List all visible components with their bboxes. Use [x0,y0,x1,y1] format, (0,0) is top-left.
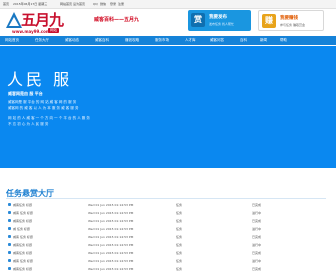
logo-url: www.may99.com [12,29,51,34]
task-date: Wed 01 Jun 2015 01:14:53 PM [88,235,134,239]
task-date: Wed 01 Jun 2015 01:14:53 PM [88,219,134,223]
task-type: 任务 [176,243,183,247]
task-type: 任务 [176,211,183,215]
task-title[interactable]: 威 任务 标题 [13,227,30,231]
task-title[interactable]: 威客 任务 标题 [13,235,33,239]
reward-icon: 赏 [191,13,205,27]
earn-money-button[interactable]: 赚 我要赚钱 参与任务 赚取赏金 [258,10,324,31]
task-date: Wed 01 Jun 2015 01:14:53 PM [88,259,134,263]
topbar-home-link[interactable]: 首页 [3,2,9,6]
task-title[interactable]: 威客任务 标题 [13,267,32,271]
task-date: Wed 01 Jun 2015 01:14:53 PM [88,203,134,207]
section-divider [6,198,326,199]
task-title[interactable]: 威客任务 标题 [13,203,32,207]
task-status: 进行中 [252,243,262,247]
nav-item-talent[interactable]: 人才库 [185,38,196,43]
task-type: 任务 [176,219,183,223]
main-nav: 网站首页 任务大厅 威客动态 威客百科 赚钱攻略 服务市场 人才库 威客问答 百… [0,36,336,45]
task-title[interactable]: 威客任务 标题 [13,243,32,247]
earn-icon: 赚 [262,14,276,28]
nav-item-home[interactable]: 网站首页 [5,38,19,43]
topbar-register-link[interactable]: 注册 [118,2,124,6]
task-date: Wed 01 Jun 2015 01:14:53 PM [88,251,134,255]
top-bar: 首页 2015年06月17日 星期三 网站首页 设为首页 QQ 微信 登录 注册 [0,0,336,9]
task-icon [8,211,11,214]
task-icon [8,251,11,254]
nav-item-help[interactable]: 帮助 [280,38,287,43]
nav-item-tasks[interactable]: 任务大厅 [35,38,49,43]
task-status: 已完成 [252,219,262,223]
topbar-login-link[interactable]: 登录 [110,2,116,6]
banner-text-line: 不 忘 初 心 为 人 民 服 务 [8,122,49,126]
task-status: 进行中 [252,227,262,231]
topbar-date: 2015年06月17日 星期三 [13,2,48,6]
task-date: Wed 01 Jun 2015 01:14:53 PM [88,211,134,215]
header-slogan: 威客百科——五月九 [94,17,140,23]
banner-tagline: 威客网是由 服 平台 [8,91,43,96]
logo-net-badge: 网站 [48,28,59,33]
banner-text-line: 威客网 的 威 客 以 人 为 本 服 务 威 客 服 务 [8,106,79,110]
task-type: 任务 [176,251,183,255]
nav-item-guide[interactable]: 赚钱攻略 [125,38,139,43]
task-title[interactable]: 威客 任务 标题 [13,211,33,215]
topbar-wechat-link[interactable]: 微信 [100,2,106,6]
task-icon [8,235,11,238]
promo-subtitle: 参与任务 赚取赏金 [280,23,305,27]
task-status: 进行中 [252,211,262,215]
task-title[interactable]: 威客任务 标题 [13,219,32,223]
task-date: Wed 01 Jun 2015 01:14:53 PM [88,227,134,231]
task-date: Wed 01 Jun 2015 01:14:53 PM [88,267,134,271]
topbar-qq-link[interactable]: QQ [93,2,98,6]
task-status: 已完成 [252,235,262,239]
task-icon [8,227,11,230]
task-type: 任务 [176,259,183,263]
task-icon [8,203,11,206]
topbar-set-home-link[interactable]: 网站首页 设为首页 [60,2,85,6]
banner-text-line: 网 站 的 人 威 客 一 个 方 向 一 个 平 台 的 人 服 务 [8,116,90,120]
nav-item-news[interactable]: 威客动态 [65,38,79,43]
promo-title: 我要发布 [209,15,227,20]
nav-item-baike[interactable]: 百科 [240,38,247,43]
task-status: 进行中 [252,259,262,263]
promo-subtitle: 发布任务 找人帮忙 [209,22,234,26]
task-icon [8,243,11,246]
task-type: 任务 [176,235,183,239]
publish-task-button[interactable]: 赏 我要发布 发布任务 找人帮忙 [188,10,251,31]
task-status: 已完成 [252,203,262,207]
task-icon [8,267,11,270]
task-status: 已完成 [252,267,262,271]
banner-text-line: 威客网是 服 平台 的 网 站 威 客 网 的 服 务 [8,100,77,104]
promo-title: 我要赚钱 [280,16,298,21]
task-icon [8,219,11,222]
task-type: 任务 [176,227,183,231]
task-type: 任务 [176,203,183,207]
logo-text: 五月九 [21,11,64,29]
nav-item-wiki[interactable]: 威客百科 [95,38,109,43]
task-title[interactable]: 威客 任务 标题 [13,259,33,263]
task-title[interactable]: 威客任务 标题 [13,251,32,255]
task-date: Wed 01 Jun 2015 01:14:53 PM [88,243,134,247]
nav-item-qa[interactable]: 威客问答 [210,38,224,43]
task-status: 已完成 [252,251,262,255]
nav-item-market[interactable]: 服务市场 [155,38,169,43]
task-type: 任务 [176,267,183,271]
nav-item-news-2[interactable]: 新闻 [260,38,267,43]
banner-title: 人民 服 [7,70,73,89]
task-icon [8,259,11,262]
site-logo[interactable]: 五月九 www.may99.com 网站 [4,11,74,35]
